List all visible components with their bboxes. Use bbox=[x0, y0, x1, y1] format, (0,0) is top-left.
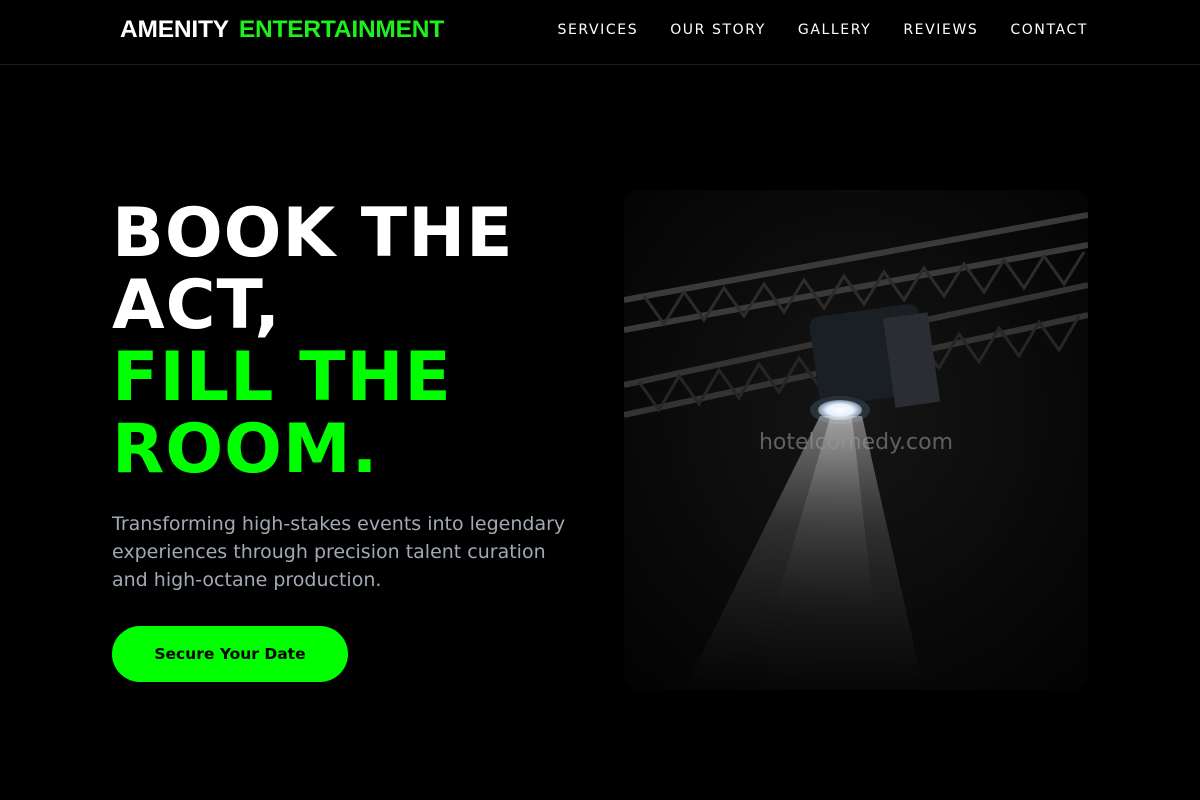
hero-title: BOOK THE ACT, FILL THE ROOM. bbox=[112, 198, 514, 486]
nav-link-gallery[interactable]: GALLERY bbox=[798, 22, 871, 38]
secure-your-date-button[interactable]: Secure Your Date bbox=[112, 626, 348, 682]
site-header: AMENITY ENTERTAINMENT SERVICES OUR STORY … bbox=[0, 0, 1200, 65]
hero-title-line-2: ACT, bbox=[112, 266, 282, 345]
hero-title-line-4: ROOM. bbox=[112, 410, 379, 489]
brand-name-accent: ENTERTAINMENT bbox=[238, 16, 445, 43]
hero-subtitle: Transforming high-stakes events into leg… bbox=[112, 513, 566, 591]
brand-name-primary: AMENITY bbox=[120, 16, 229, 43]
hero-title-line-3: FILL THE bbox=[112, 338, 452, 417]
nav-link-our-story[interactable]: OUR STORY bbox=[670, 22, 766, 38]
image-watermark: hotelcomedy.com bbox=[758, 430, 954, 455]
hero-title-line-1: BOOK THE bbox=[112, 194, 514, 273]
nav-link-contact[interactable]: CONTACT bbox=[1010, 22, 1088, 38]
nav-link-reviews[interactable]: REVIEWS bbox=[903, 22, 978, 38]
brand-logo[interactable]: AMENITY ENTERTAINMENT bbox=[120, 16, 444, 44]
nav-link-services[interactable]: SERVICES bbox=[557, 22, 638, 38]
hero-image: hotelcomedy.com bbox=[624, 190, 1088, 690]
main-nav: SERVICES OUR STORY GALLERY REVIEWS CONTA… bbox=[557, 22, 1088, 38]
